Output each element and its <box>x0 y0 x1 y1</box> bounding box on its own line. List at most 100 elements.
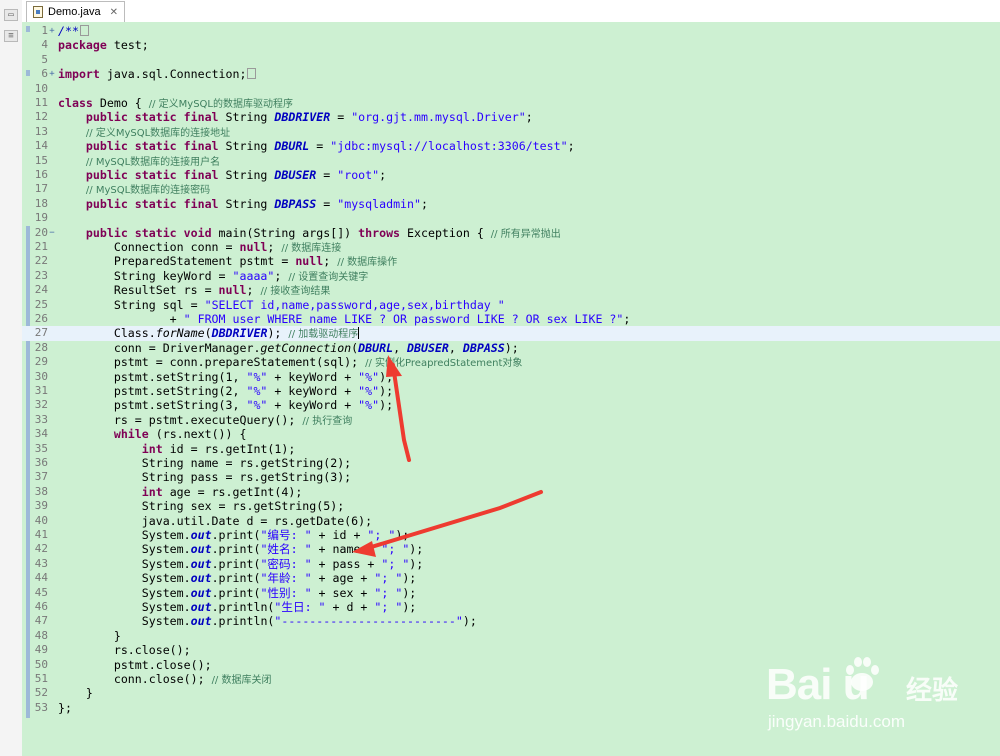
code-token: + keyWord + <box>267 369 359 384</box>
code-token: "%" <box>246 398 268 413</box>
code-line[interactable]: 12 public static final String DBDRIVER =… <box>22 110 1000 124</box>
fold-toggle-icon[interactable]: + <box>48 24 56 38</box>
code-line[interactable]: 38 int age = rs.getInt(4); <box>22 485 1000 499</box>
code-token: Exception { <box>400 225 491 240</box>
baidu-watermark: Bai u 经验 jingyan.baidu.com <box>766 652 996 752</box>
code-line[interactable]: 17 // MySQL数据库的连接密码 <box>22 182 1000 196</box>
code-line[interactable]: 33 rs = pstmt.executeQuery(); // 执行查询 <box>22 413 1000 427</box>
line-number: 6 <box>41 67 48 81</box>
code-editor[interactable]: 1 +/** 4 package test; 5 6 + import java.sql.Co… <box>22 22 1000 756</box>
tab-demo-java[interactable]: Demo.java ✕ <box>26 1 125 22</box>
java-file-icon <box>33 6 43 18</box>
line-number: 26 <box>34 312 48 325</box>
code-line[interactable]: 41 System.out.print("编号: " + id + "; "); <box>22 528 1000 542</box>
code-line[interactable]: 46 System.out.println("生日: " + d + "; ")… <box>22 600 1000 614</box>
code-token: ; <box>323 254 338 269</box>
fold-toggle-icon[interactable]: − <box>48 226 56 240</box>
outline-icon[interactable]: ≡ <box>4 30 18 42</box>
code-line[interactable]: 29 pstmt = conn.prepareStatement(sql); /… <box>22 355 1000 369</box>
code-token: String <box>218 168 275 182</box>
code-token: public static final <box>85 110 219 125</box>
line-number: 19 <box>34 211 48 225</box>
code-token: // 所有异常抛出 <box>490 228 561 240</box>
code-token: String name = rs.getString(2); <box>58 456 352 470</box>
code-token: ); <box>462 614 477 629</box>
code-token: + keyWord + <box>267 398 359 413</box>
code-line[interactable]: 47 System.out.println("-----------------… <box>22 614 1000 628</box>
code-line[interactable]: 6 + import java.sql.Connection; <box>22 67 1000 81</box>
line-number: 33 <box>34 412 48 426</box>
code-line[interactable]: 11 class Demo { // 定义MySQL的数据库驱动程序 <box>22 96 1000 110</box>
code-line[interactable]: 35 int id = rs.getInt(1); <box>22 442 1000 456</box>
code-token: .print( <box>211 542 261 557</box>
code-line[interactable]: 18 public static final String DBPASS = "… <box>22 197 1000 211</box>
line-number: 50 <box>34 657 48 671</box>
code-line[interactable]: 26 + " FROM user WHERE name LIKE ? OR pa… <box>22 312 1000 326</box>
code-token: DBDRIVER <box>274 110 331 125</box>
code-line[interactable]: 27 Class.forName(DBDRIVER); // 加载驱动程序 <box>22 326 1000 341</box>
code-token: main(String args[]) <box>211 225 359 240</box>
code-token: "-------------------------" <box>274 614 463 629</box>
code-line[interactable]: 4 package test; <box>22 38 1000 52</box>
line-number: 35 <box>34 441 48 455</box>
code-line[interactable]: 37 String pass = rs.getString(3); <box>22 470 1000 484</box>
code-token: out <box>190 614 212 629</box>
line-number: 24 <box>34 283 48 297</box>
code-token: DBURL <box>274 139 310 154</box>
code-line[interactable]: 16 public static final String DBUSER = "… <box>22 168 1000 182</box>
code-line[interactable]: 34 while (rs.next()) { <box>22 427 1000 441</box>
code-line[interactable]: 30 pstmt.setString(1, "%" + keyWord + "%… <box>22 370 1000 384</box>
code-line[interactable]: 40 java.util.Date d = rs.getDate(6); <box>22 514 1000 528</box>
restore-icon[interactable]: ▭ <box>4 9 18 21</box>
code-line[interactable]: 44 System.out.print("年龄: " + age + "; ")… <box>22 571 1000 585</box>
code-line[interactable]: 14 public static final String DBURL = "j… <box>22 139 1000 153</box>
code-token: pstmt.setString(1, <box>58 369 247 384</box>
code-line[interactable]: 1 +/** <box>22 24 1000 38</box>
line-number: 47 <box>34 614 48 628</box>
line-number: 51 <box>34 672 48 685</box>
code-line[interactable]: 13 // 定义MySQL数据库的连接地址 <box>22 125 1000 139</box>
code-line[interactable]: 42 System.out.print("姓名: " + name + "; "… <box>22 542 1000 556</box>
code-token: + age + <box>311 571 375 586</box>
code-text: package test; <box>58 38 149 52</box>
code-line[interactable]: 39 String sex = rs.getString(5); <box>22 499 1000 513</box>
code-line[interactable]: 48 } <box>22 629 1000 643</box>
code-line[interactable]: 28 conn = DriverManager.getConnection(DB… <box>22 341 1000 355</box>
code-line[interactable]: 31 pstmt.setString(2, "%" + keyWord + "%… <box>22 384 1000 398</box>
watermark-url: jingyan.baidu.com <box>768 712 906 731</box>
code-line[interactable]: 23 String keyWord = "aaaa"; // 设置查询关键字 <box>22 269 1000 283</box>
code-text: String sql = "SELECT id,name,password,ag… <box>58 298 505 312</box>
code-line[interactable]: 24 ResultSet rs = null; // 接收查询结果 <box>22 283 1000 297</box>
code-line[interactable]: 25 String sql = "SELECT id,name,password… <box>22 298 1000 312</box>
code-line[interactable]: 22 PreparedStatement pstmt = null; // 数据… <box>22 254 1000 268</box>
code-token: "%" <box>246 384 268 398</box>
code-token: null <box>218 283 247 298</box>
folded-block-icon[interactable] <box>247 68 257 80</box>
code-token: out <box>190 528 212 542</box>
code-line[interactable]: 21 Connection conn = null; // 数据库连接 <box>22 240 1000 254</box>
line-number: 44 <box>34 571 48 585</box>
code-line[interactable]: 20− public static void main(String args[… <box>22 226 1000 240</box>
code-token: "%" <box>246 369 268 384</box>
code-text: String pass = rs.getString(3); <box>58 470 351 484</box>
code-text: while (rs.next()) { <box>58 427 247 442</box>
close-icon[interactable]: ✕ <box>110 7 118 18</box>
code-token: int <box>141 441 163 456</box>
code-token: "%" <box>358 369 380 384</box>
code-token: (rs.next()) { <box>148 427 247 442</box>
code-line[interactable]: 43 System.out.print("密码: " + pass + "; "… <box>22 557 1000 571</box>
code-line[interactable]: 5 <box>22 53 1000 67</box>
fold-toggle-icon[interactable]: + <box>48 67 56 81</box>
code-line[interactable]: 15 // MySQL数据库的连接用户名 <box>22 154 1000 168</box>
folded-block-icon[interactable] <box>79 25 89 36</box>
code-line[interactable]: 32 pstmt.setString(3, "%" + keyWord + "%… <box>22 398 1000 412</box>
code-line[interactable]: 36 String name = rs.getString(2); <box>22 456 1000 470</box>
code-token: .print( <box>211 556 261 571</box>
code-token: ; <box>267 240 282 254</box>
code-token: }; <box>58 700 72 715</box>
code-line[interactable]: 45 System.out.print("性别: " + sex + "; ")… <box>22 586 1000 600</box>
code-line[interactable]: 19 <box>22 211 1000 225</box>
code-line[interactable]: 10 <box>22 82 1000 96</box>
code-token: String sex = rs.getString(5); <box>58 499 345 514</box>
